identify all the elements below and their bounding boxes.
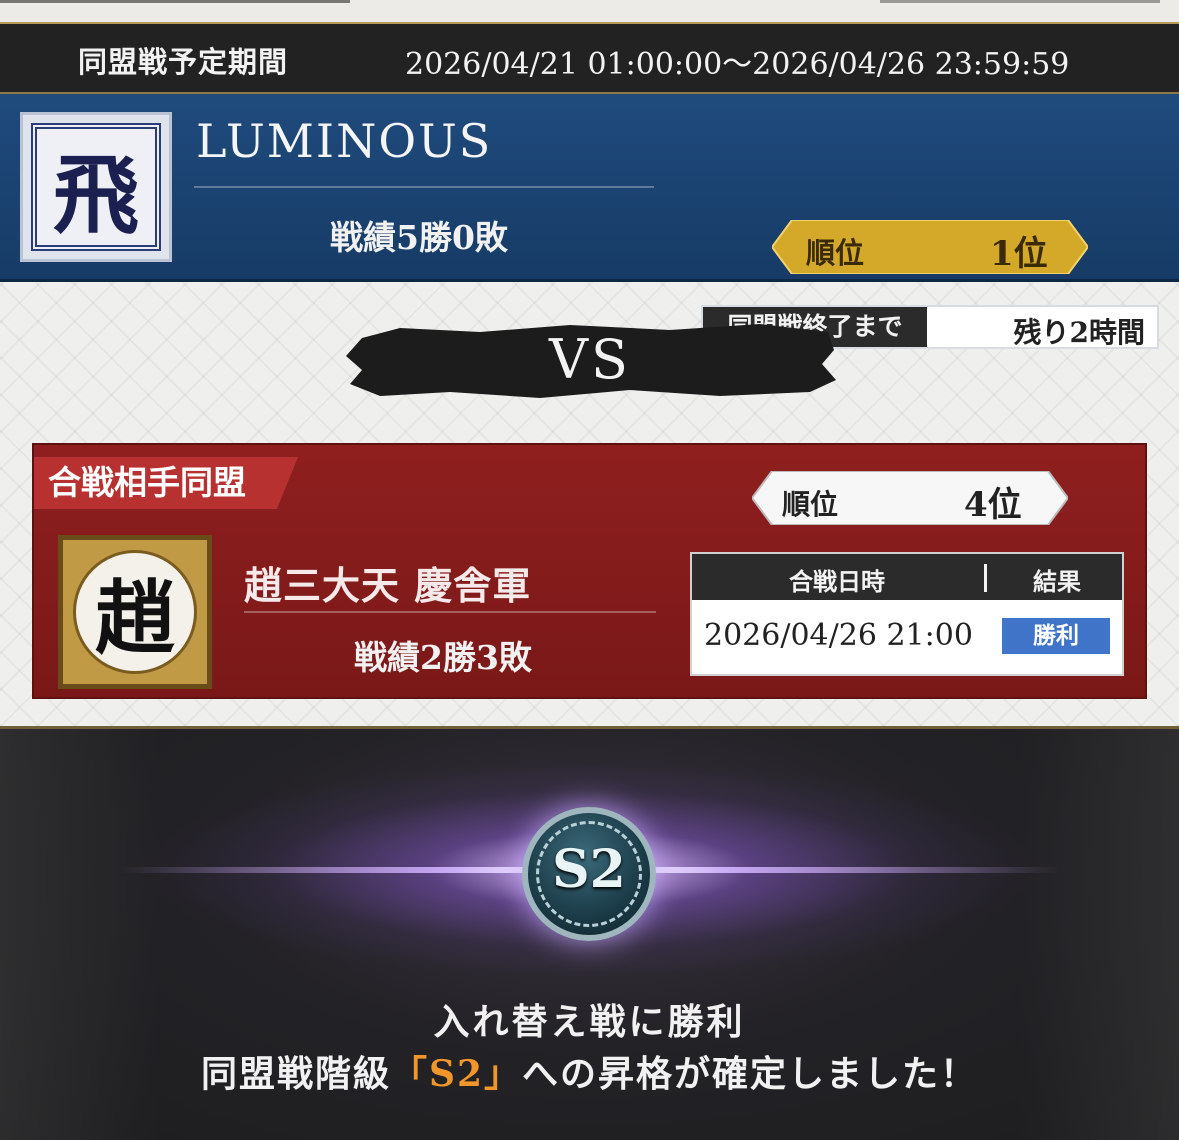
opponent-name: 趙三大天 慶舎軍	[244, 563, 532, 608]
vs-banner: VS	[340, 320, 840, 402]
period-bar: 同盟戦予定期間 2026/04/21 01:00:00～2026/04/26 2…	[0, 22, 1179, 94]
column-header-result: 結果	[1033, 567, 1081, 596]
battle-datetime: 2026/04/26 21:00	[704, 618, 973, 653]
promotion-suffix: への昇格が確定しました！	[522, 1053, 979, 1095]
my-rank-label: 順位	[806, 236, 865, 270]
opponent-rank-label: 順位	[782, 488, 839, 521]
period-value: 2026/04/21 01:00:00～2026/04/26 23:59:59	[405, 47, 1070, 82]
my-alliance-panel: 飛 LUMINOUS 戦績5勝0敗 順位 1位 同盟戦終了まで 残り2時間	[0, 94, 1179, 349]
divider	[244, 611, 656, 613]
divider	[194, 186, 654, 188]
my-alliance-record: 戦績5勝0敗	[330, 218, 508, 257]
my-rank-value: 1位	[990, 234, 1048, 274]
battle-schedule-table: 合戦日時 結果 2026/04/26 21:00 勝利	[690, 552, 1124, 676]
promotion-prefix: 同盟戦階級	[200, 1053, 391, 1095]
my-rank-badge: 順位 1位	[772, 220, 1088, 274]
column-header-datetime: 合戦日時	[789, 567, 885, 596]
promotion-message-line2: 同盟戦階級「S2」への昇格が確定しました！	[0, 1045, 1179, 1097]
promotion-message-line1: 入れ替え戦に勝利	[433, 1001, 746, 1043]
opponent-panel: 合戦相手同盟 順位 4位 趙 趙三大天 慶舎軍 戦績2勝3敗 合戦日時 結果 2…	[32, 443, 1147, 699]
top-tab-edge-left	[0, 0, 350, 3]
opponent-rank-badge: 順位 4位	[752, 471, 1068, 525]
table-header: 合戦日時 結果	[692, 554, 1122, 600]
opponent-emblem-char: 趙	[73, 550, 197, 674]
top-tab-edge-right	[880, 0, 1160, 3]
top-strip	[0, 0, 1179, 22]
vs-label: VS	[549, 328, 631, 391]
time-remaining-value: 残り2時間	[1013, 316, 1145, 349]
rank-s2-badge: S2	[522, 807, 656, 941]
my-alliance-emblem: 飛	[20, 112, 172, 262]
period-label: 同盟戦予定期間	[78, 45, 289, 79]
opponent-tag: 合戦相手同盟	[34, 457, 298, 509]
opponent-rank-value: 4位	[964, 485, 1022, 525]
my-alliance-emblem-char: 飛	[31, 123, 161, 251]
promotion-section: S2 入れ替え戦に勝利 同盟戦階級「S2」への昇格が確定しました！	[0, 726, 1179, 1140]
promotion-rank-highlight: 「S2」	[390, 1053, 523, 1095]
column-separator	[984, 564, 987, 592]
rank-badge-label: S2	[552, 839, 626, 900]
opponent-emblem: 趙	[58, 535, 212, 689]
battle-result-badge: 勝利	[1002, 618, 1110, 654]
my-alliance-name: LUMINOUS	[196, 114, 493, 168]
opponent-record: 戦績2勝3敗	[354, 638, 532, 677]
